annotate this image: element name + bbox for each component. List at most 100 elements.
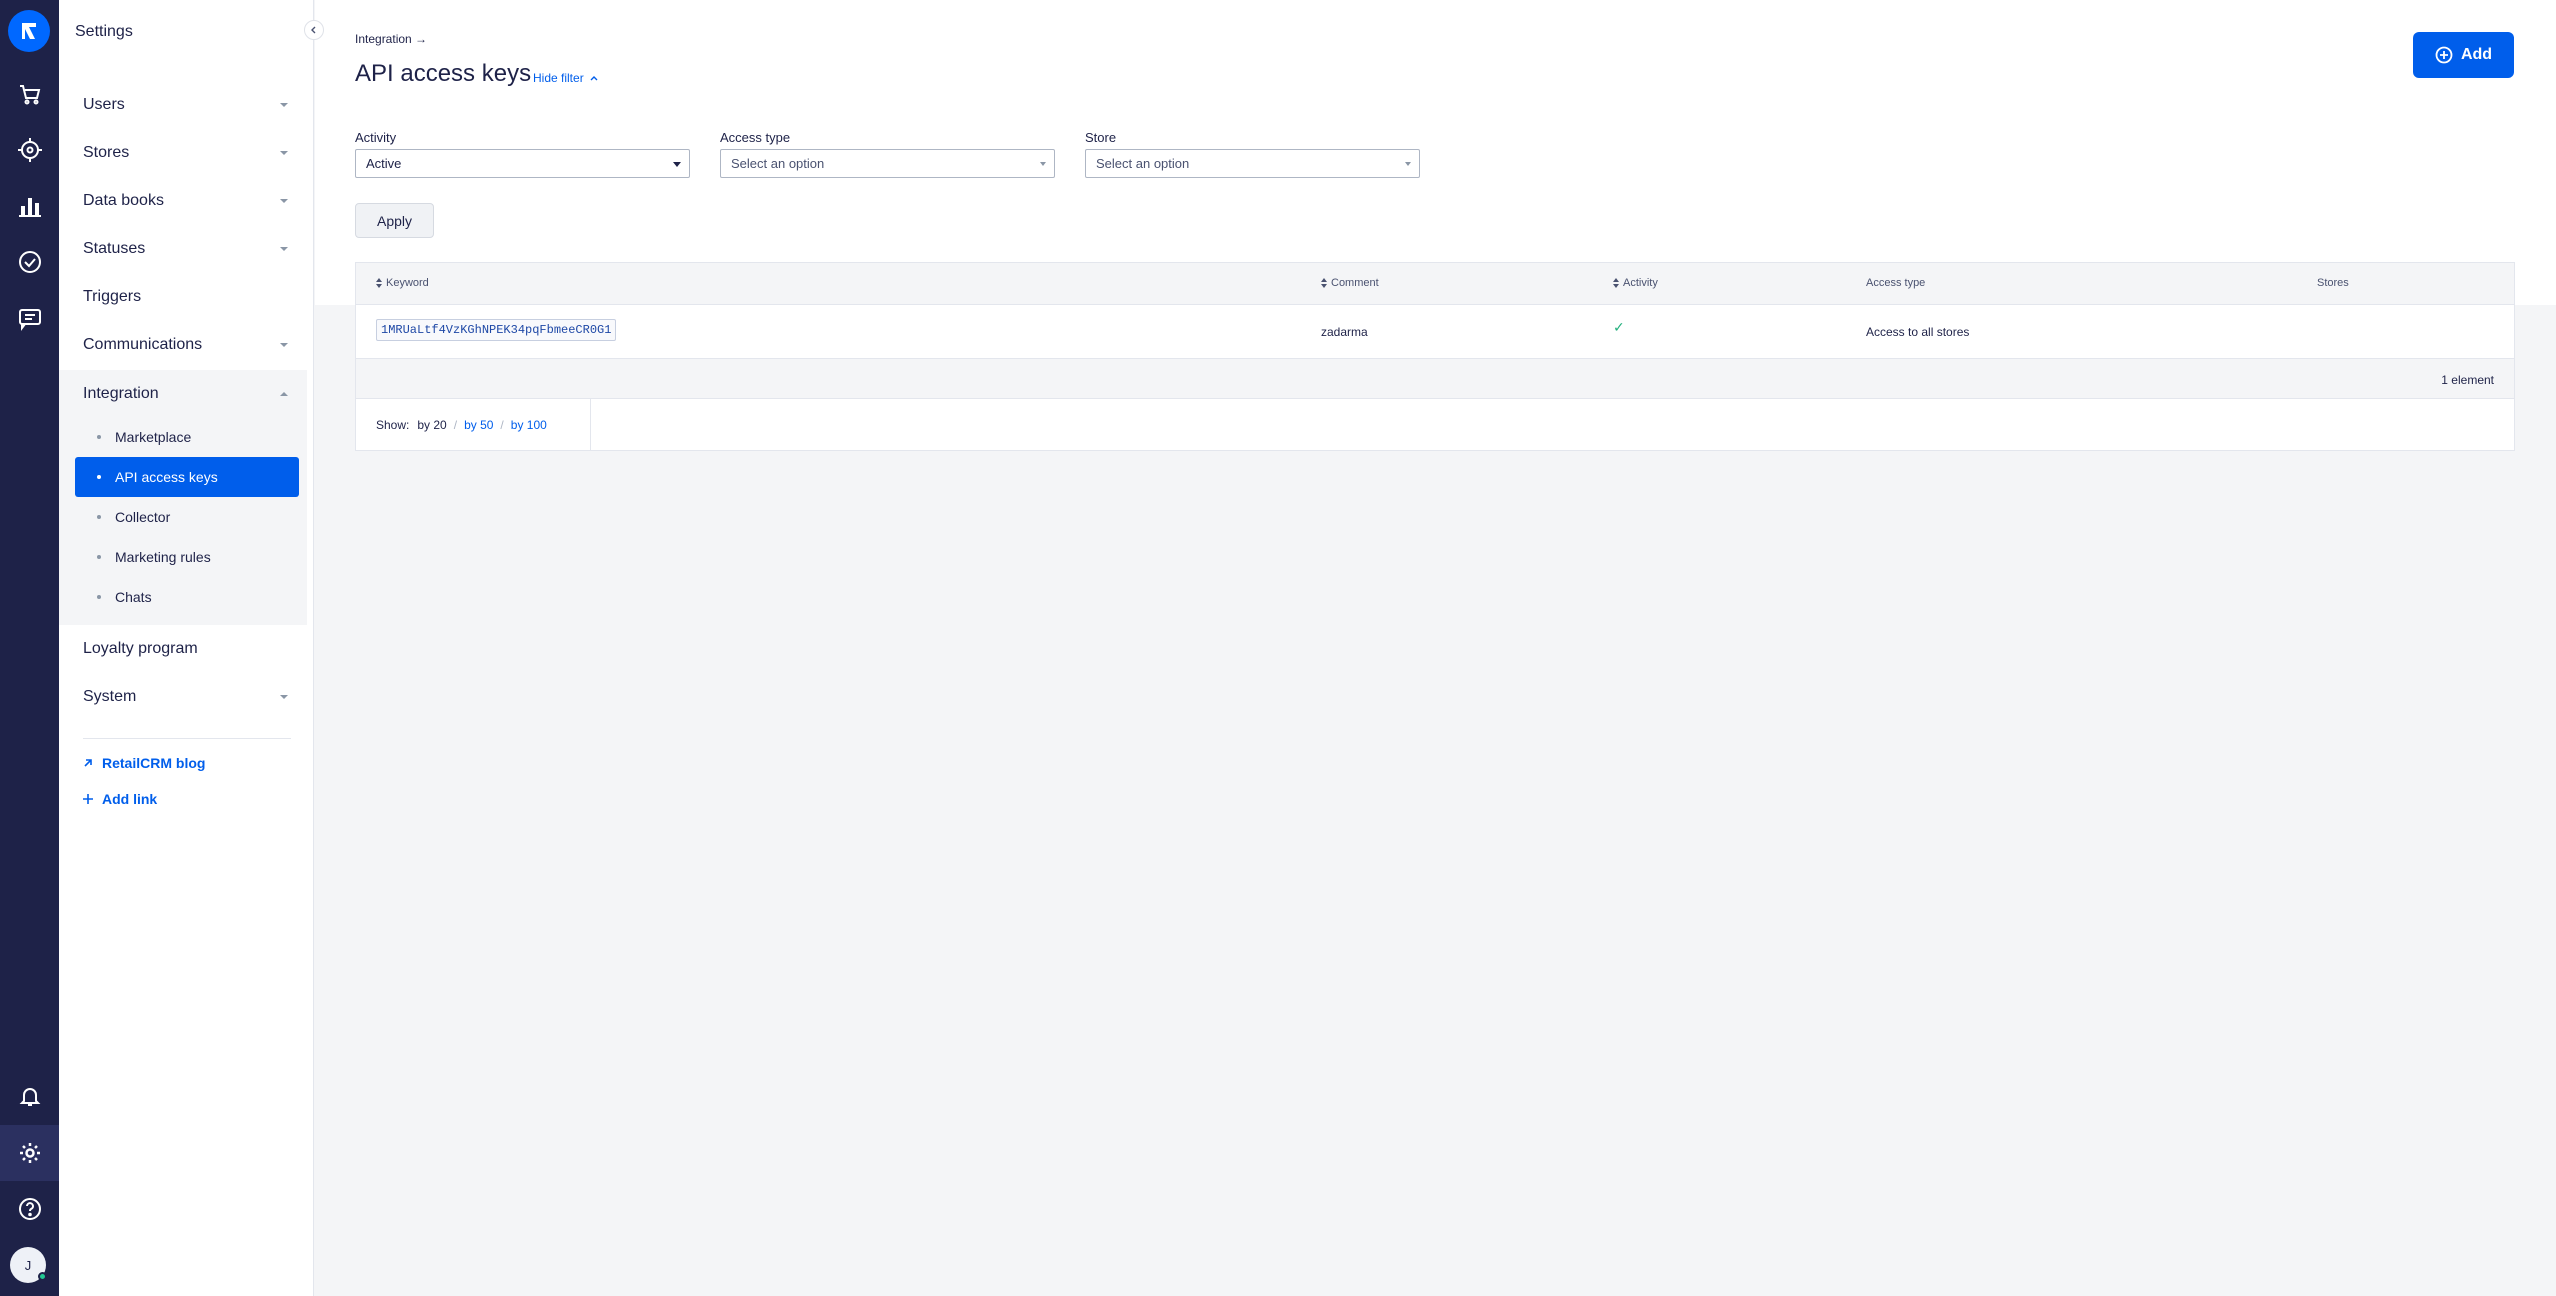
column-header-comment[interactable]: Comment <box>1321 277 1379 289</box>
api-key-value[interactable]: 1MRUaLtf4VzKGhNPEK34pqFbmeeCR0G1 <box>376 319 617 341</box>
activity-check-icon: ✓ <box>1613 319 1625 335</box>
page-size-selector: Show: by 20 / by 50 / by 100 <box>356 399 591 451</box>
show-label: Show: <box>376 418 410 432</box>
chevron-down-icon <box>280 695 288 699</box>
sidebar-subitem-label: Collector <box>115 509 171 525</box>
sidebar-subitem-collector[interactable]: Collector <box>75 497 299 537</box>
comment-cell: zadarma <box>1321 325 1368 339</box>
sidebar-item-label: Triggers <box>83 288 142 305</box>
settings-sidebar: Settings Users Stores Data books Statuse… <box>59 0 314 1296</box>
bullet-icon <box>97 435 101 439</box>
sidebar-item-integration[interactable]: Integration <box>59 370 299 418</box>
table-row[interactable]: 1MRUaLtf4VzKGhNPEK34pqFbmeeCR0G1 zadarma… <box>356 305 2514 359</box>
dropdown-arrow-icon <box>1405 162 1411 166</box>
sidebar-subitem-api-access-keys[interactable]: API access keys <box>75 457 299 497</box>
add-button-label: Add <box>2460 46 2493 63</box>
sidebar-item-users[interactable]: Users <box>59 81 299 129</box>
sort-icon <box>1321 278 1327 288</box>
table-footer: 1 element <box>356 359 2514 399</box>
plus-circle-icon <box>2435 46 2453 64</box>
column-header-label: Comment <box>1331 277 1379 289</box>
page-size-100[interactable]: by 100 <box>511 418 547 432</box>
store-select[interactable]: Select an option <box>1085 149 1420 178</box>
sidebar-subitem-label: API access keys <box>115 469 218 485</box>
bullet-icon <box>97 515 101 519</box>
dropdown-arrow-icon <box>1040 162 1046 166</box>
column-header-activity[interactable]: Activity <box>1613 277 1658 289</box>
sidebar-item-label: Integration <box>83 385 159 402</box>
logo-icon[interactable] <box>8 10 50 52</box>
dropdown-arrow-icon <box>673 162 681 167</box>
external-link-icon <box>84 759 92 767</box>
sidebar-subitem-chats[interactable]: Chats <box>75 577 299 617</box>
target-icon[interactable] <box>0 122 59 178</box>
sidebar-item-label: System <box>83 688 137 705</box>
sidebar-item-label: Statuses <box>83 240 146 257</box>
activity-filter-label: Activity <box>355 130 397 145</box>
element-count: 1 element <box>2441 373 2494 387</box>
chevron-left-icon <box>311 26 316 34</box>
chats-icon[interactable] <box>0 290 59 346</box>
page-size-20: by 20 <box>417 418 447 432</box>
activity-select[interactable]: Active <box>355 149 690 178</box>
chevron-down-icon <box>280 151 288 155</box>
chevron-up-icon <box>590 76 598 81</box>
sidebar-subitem-label: Marketplace <box>115 429 192 445</box>
sidebar-item-communications[interactable]: Communications <box>59 321 299 369</box>
hide-filter-toggle[interactable]: Hide filter <box>533 71 598 85</box>
chevron-up-icon <box>280 392 288 396</box>
retailcrm-blog-link[interactable]: RetailCRM blog <box>83 755 205 771</box>
avatar[interactable]: J <box>10 1247 47 1283</box>
sidebar-subitem-label: Chats <box>115 589 152 605</box>
analytics-icon[interactable] <box>0 178 59 234</box>
activity-select-value: Active <box>366 156 402 171</box>
chevron-down-icon <box>280 199 288 203</box>
sidebar-item-label: Loyalty program <box>83 640 198 657</box>
help-icon[interactable] <box>0 1181 59 1237</box>
sidebar-item-label: Users <box>83 96 125 113</box>
sidebar-item-statuses[interactable]: Statuses <box>59 225 299 273</box>
column-header-keyword[interactable]: Keyword <box>376 277 429 289</box>
sidebar-item-stores[interactable]: Stores <box>59 129 299 177</box>
store-select-placeholder: Select an option <box>1096 156 1190 171</box>
bell-icon[interactable] <box>0 1068 59 1124</box>
sidebar-subitem-marketplace[interactable]: Marketplace <box>75 417 299 457</box>
chevron-down-icon <box>280 247 288 251</box>
access-type-select[interactable]: Select an option <box>720 149 1055 178</box>
bullet-icon <box>97 475 101 479</box>
bullet-icon <box>97 555 101 559</box>
breadcrumb[interactable]: Integration → <box>355 32 427 46</box>
sidebar-item-system[interactable]: System <box>59 673 299 721</box>
sidebar-item-label: Data books <box>83 192 164 209</box>
api-keys-table: Keyword Comment Activity Access type Sto… <box>355 262 2515 451</box>
column-header-access-type: Access type <box>1866 277 1925 289</box>
sort-icon <box>376 278 382 288</box>
hide-filter-label: Hide filter <box>533 71 584 85</box>
cart-icon[interactable] <box>0 66 59 122</box>
access-type-cell: Access to all stores <box>1866 325 1970 339</box>
link-label: RetailCRM blog <box>102 755 206 771</box>
access-type-filter-label: Access type <box>720 130 791 145</box>
plus-icon <box>83 794 93 804</box>
gear-icon[interactable] <box>0 1125 59 1181</box>
chevron-down-icon <box>280 103 288 107</box>
bullet-icon <box>97 595 101 599</box>
sidebar-item-label: Communications <box>83 336 203 353</box>
column-header-stores: Stores <box>2317 277 2349 289</box>
sidebar-item-data-books[interactable]: Data books <box>59 177 299 225</box>
sidebar-item-loyalty-program[interactable]: Loyalty program <box>59 625 299 673</box>
avatar-initial: J <box>24 1257 32 1273</box>
collapse-sidebar-button[interactable] <box>304 20 324 40</box>
table-header: Keyword Comment Activity Access type Sto… <box>356 263 2514 305</box>
column-header-label: Keyword <box>386 277 429 289</box>
tasks-icon[interactable] <box>0 234 59 290</box>
add-link-button[interactable]: Add link <box>83 791 157 807</box>
sidebar-item-triggers[interactable]: Triggers <box>59 273 299 321</box>
apply-button[interactable]: Apply <box>355 203 434 238</box>
page-size-50[interactable]: by 50 <box>464 418 493 432</box>
page-title: API access keys <box>355 60 532 87</box>
add-button[interactable]: Add <box>2413 32 2514 78</box>
separator: / <box>500 418 504 432</box>
sidebar-subitem-marketing-rules[interactable]: Marketing rules <box>75 537 299 577</box>
sort-icon <box>1613 278 1619 288</box>
